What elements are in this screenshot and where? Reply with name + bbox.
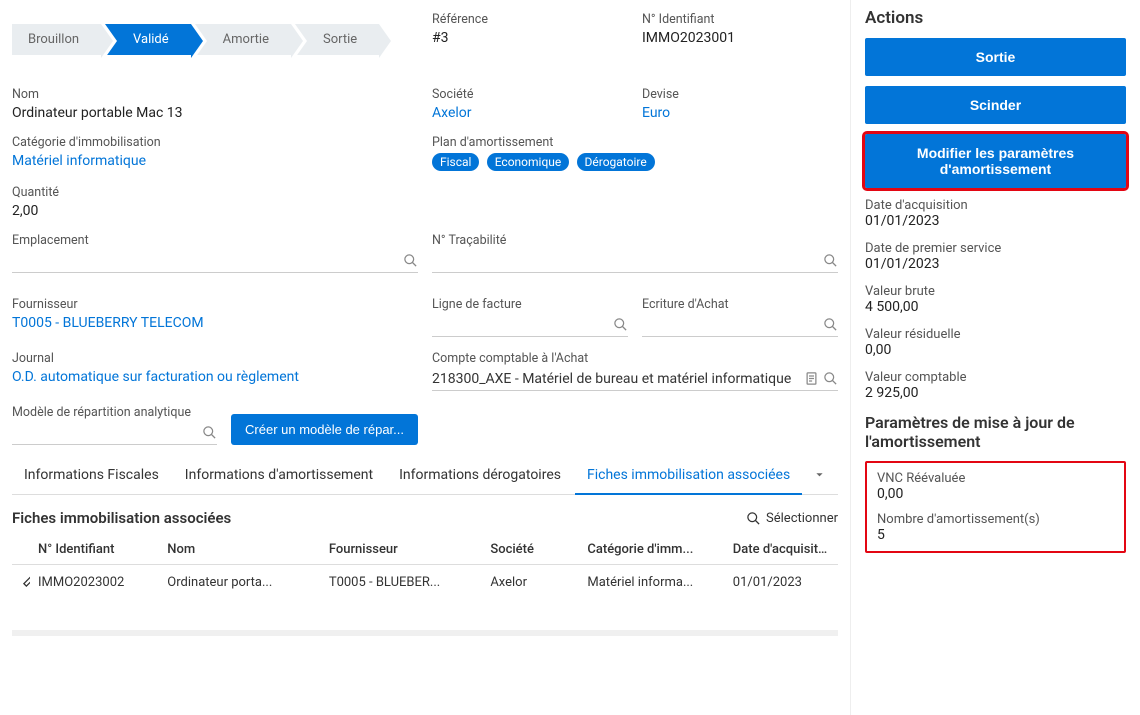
name-label: Nom: [12, 87, 418, 102]
currency-label: Devise: [642, 87, 838, 102]
col-acqdate[interactable]: Date d'acquisitio...: [725, 535, 838, 565]
journal-label: Journal: [12, 351, 418, 366]
gross-value: 4 500,00: [865, 299, 1126, 315]
tab-fiscal[interactable]: Informations Fiscales: [12, 459, 171, 494]
location-input[interactable]: [12, 251, 418, 273]
badge-fiscal[interactable]: Fiscal: [432, 153, 479, 171]
cell-category: Matériel informa...: [579, 565, 724, 601]
search-icon[interactable]: [823, 371, 838, 386]
purchase-entry-label: Ecriture d'Achat: [642, 297, 838, 312]
book-label: Valeur comptable: [865, 370, 1126, 385]
create-analytic-model-button[interactable]: Créer un modèle de répar...: [231, 414, 418, 445]
update-params-title: Paramètres de mise à jour de l'amortisse…: [865, 413, 1126, 451]
col-category[interactable]: Catégorie d'imm...: [579, 535, 724, 565]
reference-label: Référence: [432, 12, 628, 27]
service-date-label: Date de premier service: [865, 241, 1126, 256]
name-value: Ordinateur portable Mac 13: [12, 105, 418, 121]
cell-supplier: T0005 - BLUEBER...: [321, 565, 483, 601]
action-modifier-button[interactable]: Modifier les paramètres d'amortissement: [865, 134, 1126, 188]
company-value[interactable]: Axelor: [432, 105, 628, 121]
supplier-value[interactable]: T0005 - BLUEBERRY TELECOM: [12, 315, 418, 331]
cell-acqdate: 01/01/2023: [725, 565, 838, 601]
step-amortie[interactable]: Amortie: [195, 24, 291, 55]
nb-amort-value: 5: [877, 527, 1114, 543]
qty-value: 2,00: [12, 203, 418, 219]
analytic-input[interactable]: [12, 423, 217, 445]
step-brouillon[interactable]: Brouillon: [12, 24, 101, 55]
location-label: Emplacement: [12, 233, 418, 248]
tab-amortissement[interactable]: Informations d'amortissement: [173, 459, 385, 494]
tabs-overflow[interactable]: [804, 459, 835, 494]
supplier-label: Fournisseur: [12, 297, 418, 312]
scrollbar-horizontal[interactable]: [12, 630, 838, 636]
status-steps: Brouillon Validé Amortie Sortie: [12, 24, 418, 55]
purchase-account-value: 218300_AXE - Matériel de bureau et matér…: [432, 371, 800, 387]
search-icon: [403, 253, 418, 268]
purchase-account-input[interactable]: 218300_AXE - Matériel de bureau et matér…: [432, 369, 838, 391]
vnc-label: VNC Réévaluée: [877, 471, 1114, 486]
acq-date-label: Date d'acquisition: [865, 198, 1126, 213]
residual-label: Valeur résiduelle: [865, 327, 1126, 342]
actions-title: Actions: [865, 8, 1126, 28]
assoc-table: N° Identifiant Nom Fournisseur Société C…: [12, 535, 838, 600]
cell-id: IMMO2023002: [30, 565, 159, 601]
category-value[interactable]: Matériel informatique: [12, 153, 418, 169]
assoc-select-button[interactable]: Sélectionner: [746, 511, 838, 526]
caret-down-icon: [812, 467, 827, 482]
col-name[interactable]: Nom: [159, 535, 321, 565]
acq-date-value: 01/01/2023: [865, 213, 1126, 229]
category-label: Catégorie d'immobilisation: [12, 135, 418, 150]
action-sortie-button[interactable]: Sortie: [865, 38, 1126, 76]
document-icon[interactable]: [804, 371, 819, 386]
invoice-line-label: Ligne de facture: [432, 297, 628, 312]
analytic-label: Modèle de répartition analytique: [12, 405, 217, 420]
step-sortie[interactable]: Sortie: [295, 24, 379, 55]
col-company[interactable]: Société: [482, 535, 579, 565]
reference-value: #3: [432, 30, 628, 46]
assoc-select-label: Sélectionner: [766, 511, 838, 526]
col-id[interactable]: N° Identifiant: [30, 535, 159, 565]
purchase-entry-input[interactable]: [642, 315, 838, 337]
tab-assoc[interactable]: Fiches immobilisation associées: [575, 459, 802, 495]
badge-economique[interactable]: Economique: [487, 153, 570, 171]
tab-derogatoire[interactable]: Informations dérogatoires: [387, 459, 573, 494]
plan-badges: Fiscal Economique Dérogatoire: [432, 153, 838, 171]
table-row[interactable]: IMMO2023002 Ordinateur porta... T0005 - …: [12, 565, 838, 601]
vnc-value: 0,00: [877, 486, 1114, 502]
purchase-account-label: Compte comptable à l'Achat: [432, 351, 838, 366]
currency-value[interactable]: Euro: [642, 105, 838, 121]
invoice-line-input[interactable]: [432, 315, 628, 337]
cell-company: Axelor: [482, 565, 579, 601]
search-icon: [202, 425, 217, 440]
gross-label: Valeur brute: [865, 284, 1126, 299]
search-icon: [823, 253, 838, 268]
assoc-title: Fiches immobilisation associées: [12, 509, 231, 527]
qty-label: Quantité: [12, 185, 418, 200]
tabs: Informations Fiscales Informations d'amo…: [12, 459, 838, 495]
cell-name: Ordinateur porta...: [159, 565, 321, 601]
company-label: Société: [432, 87, 628, 102]
identifier-label: N° Identifiant: [642, 12, 838, 27]
trace-label: N° Traçabilité: [432, 233, 838, 248]
step-valide[interactable]: Validé: [105, 24, 191, 55]
journal-value[interactable]: O.D. automatique sur facturation ou règl…: [12, 369, 418, 385]
nb-amort-label: Nombre d'amortissement(s): [877, 512, 1114, 527]
search-icon: [613, 317, 628, 332]
col-supplier[interactable]: Fournisseur: [321, 535, 483, 565]
residual-value: 0,00: [865, 342, 1126, 358]
edit-icon[interactable]: [22, 573, 30, 588]
identifier-value: IMMO2023001: [642, 30, 838, 46]
book-value: 2 925,00: [865, 385, 1126, 401]
search-icon: [823, 317, 838, 332]
search-icon: [746, 511, 761, 526]
action-scinder-button[interactable]: Scinder: [865, 86, 1126, 124]
badge-derogatoire[interactable]: Dérogatoire: [577, 153, 655, 171]
trace-input[interactable]: [432, 251, 838, 273]
service-date-value: 01/01/2023: [865, 256, 1126, 272]
plan-label: Plan d'amortissement: [432, 135, 838, 150]
